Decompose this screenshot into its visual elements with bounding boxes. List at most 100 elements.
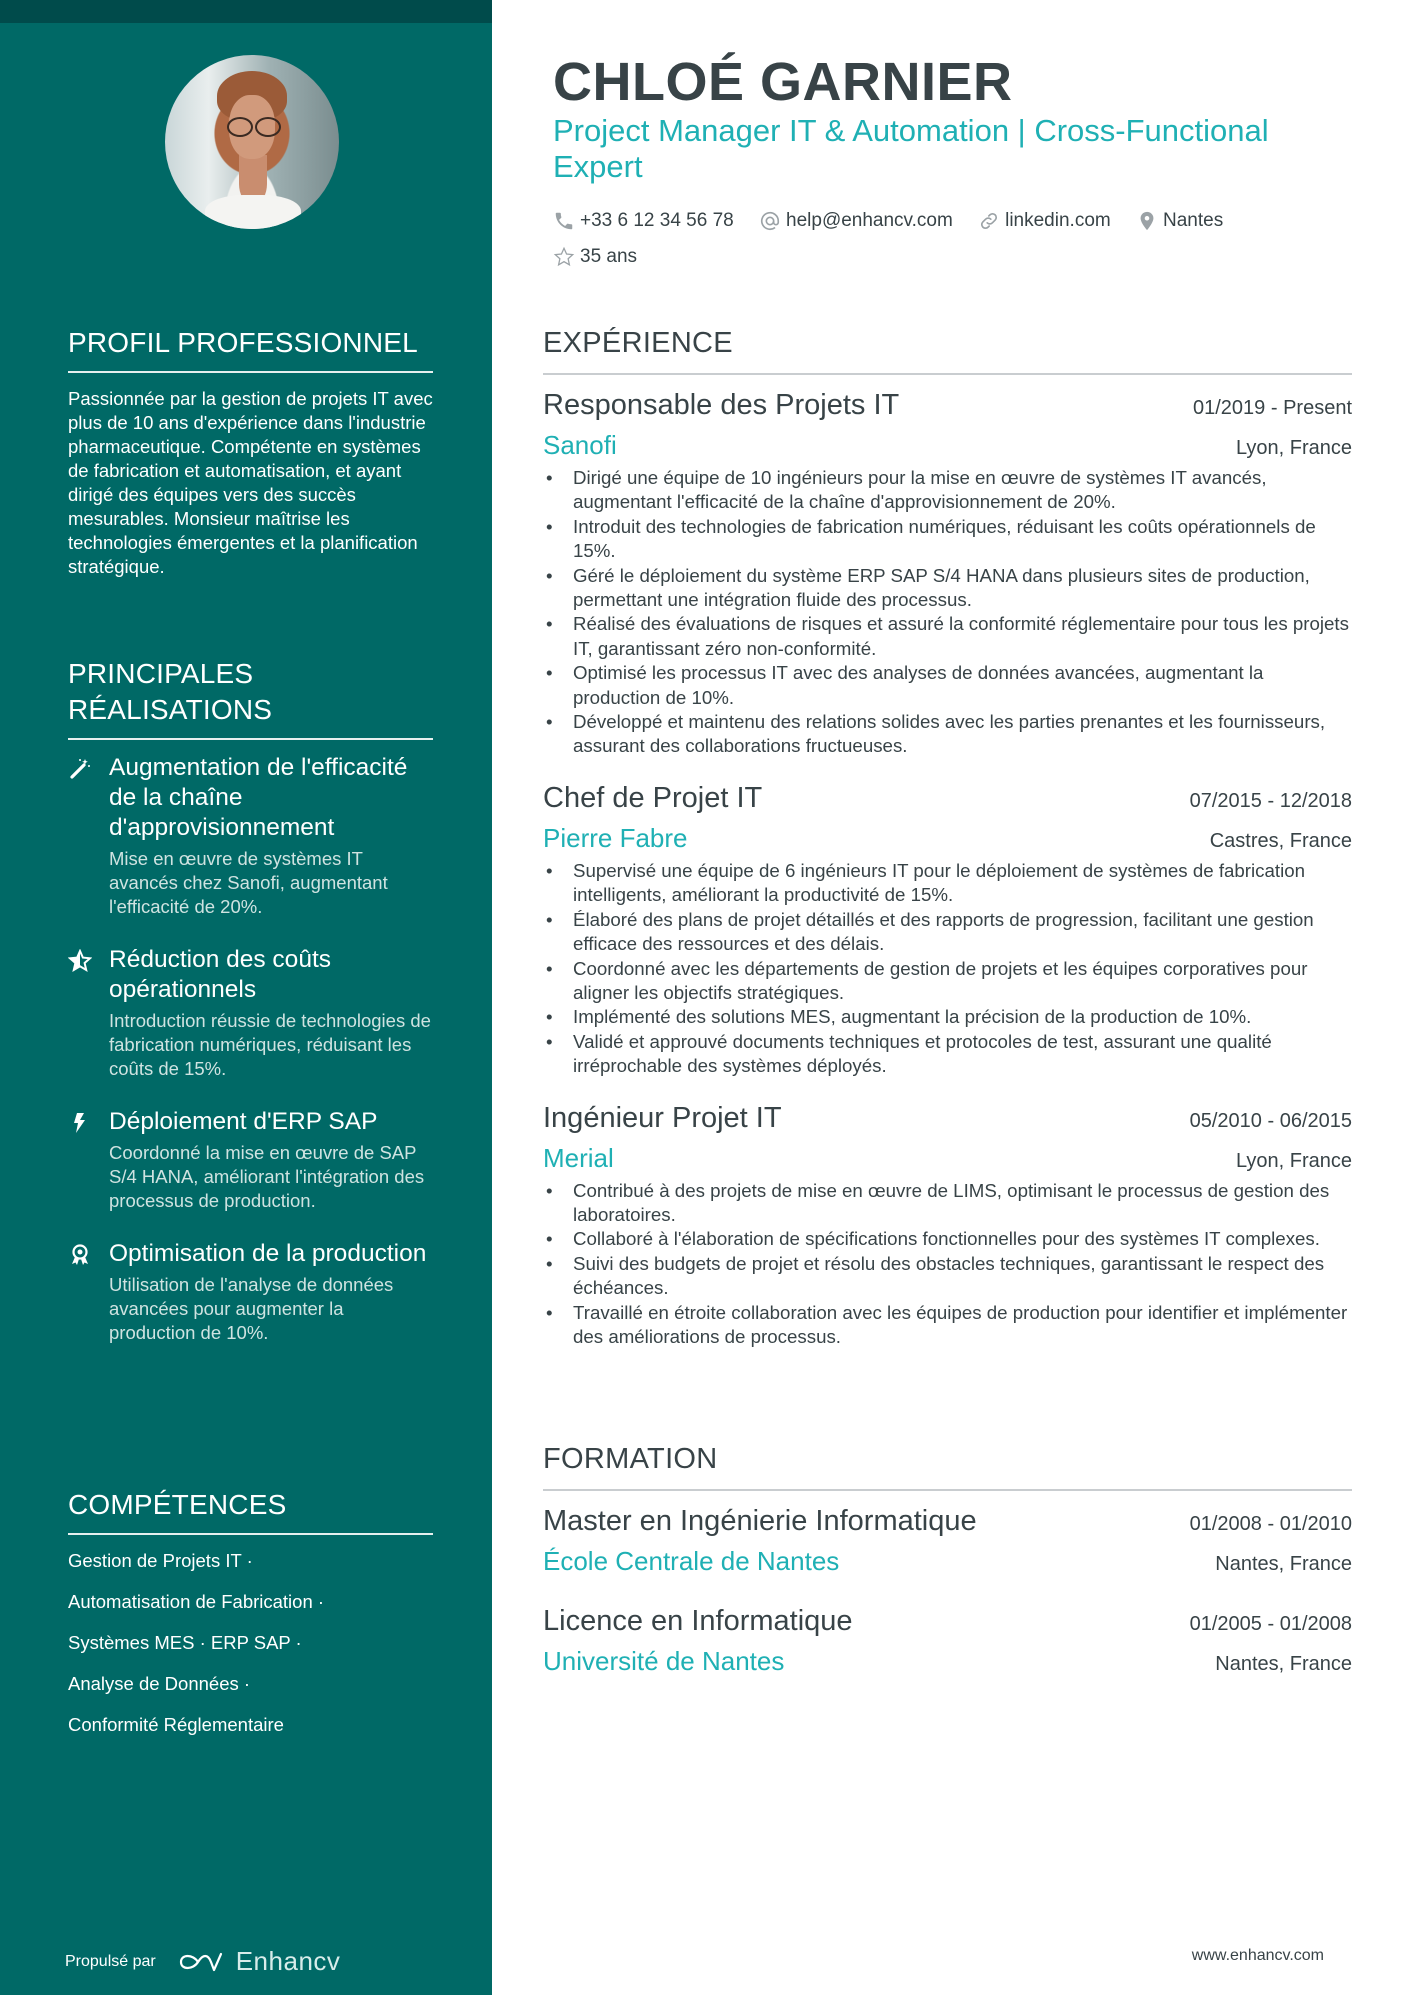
achievement-description: Introduction réussie de technologies de … [109, 1010, 431, 1079]
job-location: Lyon, France [1236, 1149, 1352, 1172]
candidate-tagline: Project Manager IT & Automation | Cross-… [553, 113, 1269, 184]
achievement-item: Déploiement d'ERP SAP Coordonné la mise … [68, 1107, 433, 1213]
education-section: FORMATION Master en Ingénierie Informati… [543, 1441, 1352, 1678]
achievement-item: Réduction des coûts opérationnels Introd… [67, 945, 433, 1081]
job-title: Chef de Projet IT [543, 781, 763, 814]
skill-line: Analyse de Données · [68, 1673, 251, 1694]
lightning-icon [68, 1111, 92, 1135]
candidate-name: CHLOÉ GARNIER [553, 52, 1013, 112]
award-medal-icon [68, 1243, 92, 1267]
enhancv-logo-icon [179, 1952, 222, 1971]
powered-by: Propulsé par Enhancv [65, 1946, 340, 1977]
at-icon [759, 210, 781, 232]
contact-info: +33 6 12 34 56 78 help@enhancv.com linke… [553, 206, 1343, 278]
profile-summary: Passionnée par la gestion de projets IT … [68, 388, 433, 577]
degree-title: Master en Ingénierie Informatique [543, 1505, 977, 1537]
profile-heading: PROFIL PROFESSIONNEL [68, 327, 418, 358]
divider [68, 738, 433, 740]
contact-age: 35 ans [553, 242, 637, 272]
education-entry: Master en Ingénierie Informatique 01/200… [543, 1502, 1352, 1578]
bullet-item: Développé et maintenu des relations soli… [543, 710, 1352, 759]
job-bullets: Supervisé une équipe de 6 ingénieurs IT … [543, 859, 1352, 1079]
contact-linkedin[interactable]: linkedin.com [978, 206, 1111, 236]
company-name: Merial [543, 1142, 614, 1173]
experience-heading: EXPÉRIENCE [543, 327, 733, 359]
education-dates: 01/2008 - 01/2010 [1189, 1513, 1352, 1535]
bullet-item: Travaillé en étroite collaboration avec … [543, 1301, 1352, 1350]
achievement-title: Réduction des coûts opérationnels [109, 946, 331, 1003]
contact-location: Nantes [1136, 206, 1223, 236]
job-title: Ingénieur Projet IT [543, 1101, 782, 1134]
achievement-description: Utilisation de l'analyse de données avan… [109, 1274, 394, 1343]
profile-section: PROFIL PROFESSIONNEL Passionnée par la g… [68, 325, 433, 579]
linkedin-text: linkedin.com [1005, 210, 1111, 231]
job-entry: Responsable des Projets IT 01/2019 - Pre… [543, 386, 1352, 759]
bullet-item: Contribué à des projets de mise en œuvre… [543, 1179, 1352, 1228]
bullet-item: Géré le déploiement du système ERP SAP S… [543, 564, 1352, 613]
skill-line: Conformité Réglementaire [68, 1714, 284, 1735]
bullet-item: Collaboré à l'élaboration de spécificati… [543, 1227, 1352, 1252]
job-dates: 07/2015 - 12/2018 [1189, 789, 1352, 812]
job-bullets: Dirigé une équipe de 10 ingénieurs pour … [543, 466, 1352, 759]
magic-wand-icon [68, 757, 92, 781]
job-entry: Ingénieur Projet IT 05/2010 - 06/2015 Me… [543, 1099, 1352, 1350]
location-pin-icon [1136, 210, 1158, 232]
divider [68, 1533, 433, 1535]
job-location: Lyon, France [1236, 437, 1352, 459]
school-name: Université de Nantes [543, 1646, 785, 1676]
bullet-item: Dirigé une équipe de 10 ingénieurs pour … [543, 466, 1352, 515]
link-icon [978, 210, 1000, 232]
job-location: Castres, France [1209, 829, 1352, 852]
skill-line: Automatisation de Fabrication · [68, 1591, 325, 1612]
degree-title: Licence en Informatique [543, 1605, 853, 1637]
company-name: Pierre Fabre [543, 822, 688, 853]
contact-phone[interactable]: +33 6 12 34 56 78 [553, 206, 734, 236]
achievement-item: Augmentation de l'efficacité de la chaîn… [68, 753, 433, 919]
achievement-item: Optimisation de la production Utilisatio… [68, 1239, 433, 1345]
achievements-heading: PRINCIPALES RÉALISATIONS [68, 658, 273, 725]
divider [543, 1489, 1352, 1491]
school-location: Nantes, France [1215, 1553, 1352, 1575]
phone-icon [553, 210, 575, 232]
contact-email[interactable]: help@enhancv.com [759, 206, 953, 236]
profile-photo [165, 55, 339, 229]
divider [68, 371, 433, 373]
email-text: help@enhancv.com [786, 210, 953, 231]
bullet-item: Introduit des technologies de fabricatio… [543, 515, 1352, 564]
company-name: Sanofi [543, 430, 617, 460]
skill-line: Gestion de Projets IT · [68, 1550, 253, 1571]
age-text: 35 ans [580, 246, 638, 267]
experience-section: EXPÉRIENCE Responsable des Projets IT 01… [543, 325, 1352, 1349]
website-link[interactable]: www.enhancv.com [1192, 1947, 1324, 1965]
sidebar-top-band [0, 0, 492, 23]
school-location: Nantes, France [1215, 1653, 1352, 1675]
enhancv-logo[interactable]: Enhancv [178, 1946, 341, 1977]
sidebar: PROFIL PROFESSIONNEL Passionnée par la g… [0, 0, 492, 1995]
enhancv-brand: Enhancv [235, 1946, 341, 1976]
job-dates: 01/2019 - Present [1193, 397, 1352, 419]
powered-by-label: Propulsé par [65, 1952, 156, 1970]
skills-heading: COMPÉTENCES [68, 1489, 287, 1520]
achievement-description: Coordonné la mise en œuvre de SAP S/4 HA… [109, 1142, 425, 1211]
bullet-item: Implémenté des solutions MES, augmentant… [543, 1005, 1352, 1030]
achievement-title: Augmentation de l'efficacité de la chaîn… [109, 754, 408, 841]
bullet-item: Supervisé une équipe de 6 ingénieurs IT … [543, 859, 1352, 908]
school-name: École Centrale de Nantes [543, 1546, 840, 1576]
achievement-description: Mise en œuvre de systèmes IT avancés che… [109, 848, 388, 917]
education-heading: FORMATION [543, 1443, 718, 1475]
job-entry: Chef de Projet IT 07/2015 - 12/2018 Pier… [543, 779, 1352, 1079]
job-title: Responsable des Projets IT [543, 389, 900, 421]
phone-text: +33 6 12 34 56 78 [580, 210, 734, 231]
skill-line: Systèmes MES · ERP SAP · [68, 1632, 302, 1653]
bullet-item: Validé et approuvé documents techniques … [543, 1030, 1352, 1079]
divider [543, 373, 1352, 375]
bullet-item: Optimisé les processus IT avec des analy… [543, 661, 1352, 710]
achievement-title: Optimisation de la production [109, 1240, 427, 1267]
bullet-item: Coordonné avec les départements de gesti… [543, 957, 1352, 1006]
education-dates: 01/2005 - 01/2008 [1189, 1613, 1352, 1635]
bullet-item: Réalisé des évaluations de risques et as… [543, 612, 1352, 661]
job-bullets: Contribué à des projets de mise en œuvre… [543, 1179, 1352, 1350]
education-entry: Licence en Informatique 01/2005 - 01/200… [543, 1602, 1352, 1678]
star-outline-icon [553, 246, 575, 268]
achievements-section: PRINCIPALES RÉALISATIONS Augmentation de… [67, 656, 433, 1345]
